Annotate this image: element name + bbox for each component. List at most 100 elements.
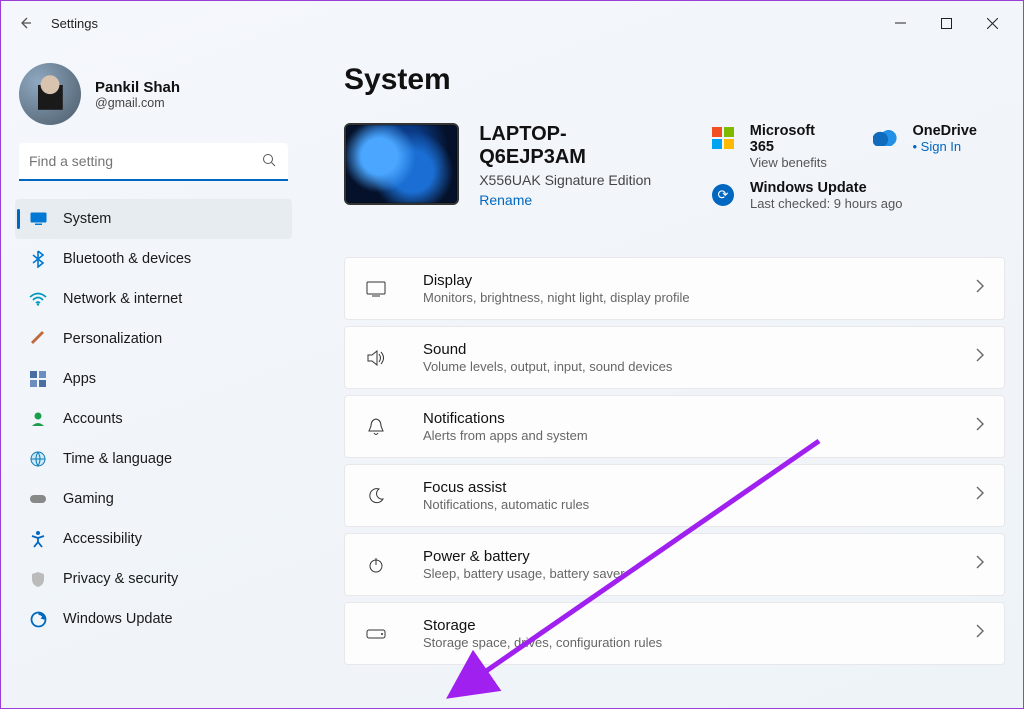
row-sub: Sleep, battery usage, battery saver: [423, 566, 625, 581]
sidebar-item-label: Windows Update: [63, 611, 173, 627]
tile-title: OneDrive: [912, 123, 976, 139]
sidebar-item-label: Privacy & security: [63, 571, 178, 587]
chevron-right-icon: [976, 555, 984, 574]
monitor-icon: [29, 210, 47, 228]
main-content: System LAPTOP-Q6EJP3AM X556UAK Signature…: [306, 45, 1023, 708]
sidebar-item-update[interactable]: Windows Update: [15, 599, 292, 639]
row-sub: Notifications, automatic rules: [423, 497, 589, 512]
wifi-icon: [29, 290, 47, 308]
bell-icon: [365, 418, 387, 436]
row-title: Display: [423, 272, 690, 289]
sidebar-item-apps[interactable]: Apps: [15, 359, 292, 399]
sidebar-item-label: Apps: [63, 371, 96, 387]
device-name: LAPTOP-Q6EJP3AM: [479, 123, 672, 169]
tile-title: Microsoft 365: [750, 123, 843, 155]
row-title: Storage: [423, 617, 662, 634]
bluetooth-icon: [29, 250, 47, 268]
sidebar-item-system[interactable]: System: [15, 199, 292, 239]
sidebar-item-gaming[interactable]: Gaming: [15, 479, 292, 519]
row-sub: Volume levels, output, input, sound devi…: [423, 359, 672, 374]
avatar: [19, 63, 81, 125]
accessibility-icon: [29, 530, 47, 548]
maximize-button[interactable]: [923, 7, 969, 39]
search-wrap: [9, 143, 298, 195]
row-title: Focus assist: [423, 479, 589, 496]
row-title: Sound: [423, 341, 672, 358]
storage-icon: [365, 629, 387, 639]
device-thumbnail: [344, 123, 459, 205]
sidebar-item-label: System: [63, 211, 111, 227]
chevron-right-icon: [976, 486, 984, 505]
moon-icon: [365, 488, 387, 504]
person-icon: [29, 410, 47, 428]
row-title: Notifications: [423, 410, 588, 427]
chevron-right-icon: [976, 279, 984, 298]
row-sub: Alerts from apps and system: [423, 428, 588, 443]
header-tiles: Microsoft 365 View benefits OneDrive Sig…: [710, 123, 1005, 211]
profile-email: @gmail.com: [95, 96, 180, 110]
display-icon: [365, 281, 387, 297]
gamepad-icon: [29, 490, 47, 508]
close-button[interactable]: [969, 7, 1015, 39]
row-display[interactable]: DisplayMonitors, brightness, night light…: [344, 257, 1005, 320]
sidebar-item-label: Personalization: [63, 331, 162, 347]
row-focus-assist[interactable]: Focus assistNotifications, automatic rul…: [344, 464, 1005, 527]
sidebar-item-privacy[interactable]: Privacy & security: [15, 559, 292, 599]
chevron-right-icon: [976, 348, 984, 367]
tile-windows-update[interactable]: ⟳ Windows Update Last checked: 9 hours a…: [710, 180, 1005, 211]
tile-onedrive[interactable]: OneDrive Sign In: [872, 123, 1005, 170]
mslogo-icon: [710, 125, 736, 151]
sidebar-item-accessibility[interactable]: Accessibility: [15, 519, 292, 559]
tile-sub: Last checked: 9 hours ago: [750, 196, 903, 211]
settings-list: DisplayMonitors, brightness, night light…: [344, 257, 1005, 665]
chevron-right-icon: [976, 624, 984, 643]
shield-icon: [29, 570, 47, 588]
header-grid: LAPTOP-Q6EJP3AM X556UAK Signature Editio…: [344, 123, 1005, 211]
sidebar-item-label: Accessibility: [63, 531, 142, 547]
titlebar: Settings: [1, 1, 1023, 45]
row-notifications[interactable]: NotificationsAlerts from apps and system: [344, 395, 1005, 458]
sidebar-item-label: Gaming: [63, 491, 114, 507]
sidebar-item-accounts[interactable]: Accounts: [15, 399, 292, 439]
sidebar-item-network[interactable]: Network & internet: [15, 279, 292, 319]
page-title: System: [344, 63, 1005, 97]
profile-name: Pankil Shah: [95, 79, 180, 96]
row-sound[interactable]: SoundVolume levels, output, input, sound…: [344, 326, 1005, 389]
onedrive-icon: [872, 125, 898, 151]
sidebar-item-personalization[interactable]: Personalization: [15, 319, 292, 359]
sidebar-item-bluetooth[interactable]: Bluetooth & devices: [15, 239, 292, 279]
window-controls: [877, 7, 1015, 39]
search-input[interactable]: [19, 143, 288, 181]
device-model: X556UAK Signature Edition: [479, 172, 672, 188]
sidebar-item-label: Bluetooth & devices: [63, 251, 191, 267]
search-icon: [262, 153, 276, 170]
profile-card[interactable]: Pankil Shah @gmail.com: [9, 57, 298, 143]
sound-icon: [365, 350, 387, 366]
row-title: Power & battery: [423, 548, 625, 565]
tile-sub: View benefits: [750, 155, 843, 170]
device-card[interactable]: LAPTOP-Q6EJP3AM X556UAK Signature Editio…: [344, 123, 672, 211]
globe-icon: [29, 450, 47, 468]
back-button[interactable]: [9, 7, 41, 39]
rename-link[interactable]: Rename: [479, 192, 532, 208]
power-icon: [365, 557, 387, 573]
sidebar-item-time[interactable]: Time & language: [15, 439, 292, 479]
minimize-button[interactable]: [877, 7, 923, 39]
chevron-right-icon: [976, 417, 984, 436]
row-storage[interactable]: StorageStorage space, drives, configurat…: [344, 602, 1005, 665]
back-arrow-icon: [17, 15, 33, 31]
sidebar-item-label: Network & internet: [63, 291, 182, 307]
row-sub: Monitors, brightness, night light, displ…: [423, 290, 690, 305]
sidebar-item-label: Accounts: [63, 411, 123, 427]
row-sub: Storage space, drives, configuration rul…: [423, 635, 662, 650]
windows-update-icon: ⟳: [710, 182, 736, 208]
window-title: Settings: [51, 16, 98, 31]
row-power[interactable]: Power & batterySleep, battery usage, bat…: [344, 533, 1005, 596]
tile-title: Windows Update: [750, 180, 903, 196]
apps-icon: [29, 370, 47, 388]
nav: System Bluetooth & devices Network & int…: [9, 195, 298, 643]
tile-microsoft365[interactable]: Microsoft 365 View benefits: [710, 123, 843, 170]
sidebar-item-label: Time & language: [63, 451, 172, 467]
tile-sub[interactable]: Sign In: [912, 139, 976, 154]
update-icon: [29, 610, 47, 628]
